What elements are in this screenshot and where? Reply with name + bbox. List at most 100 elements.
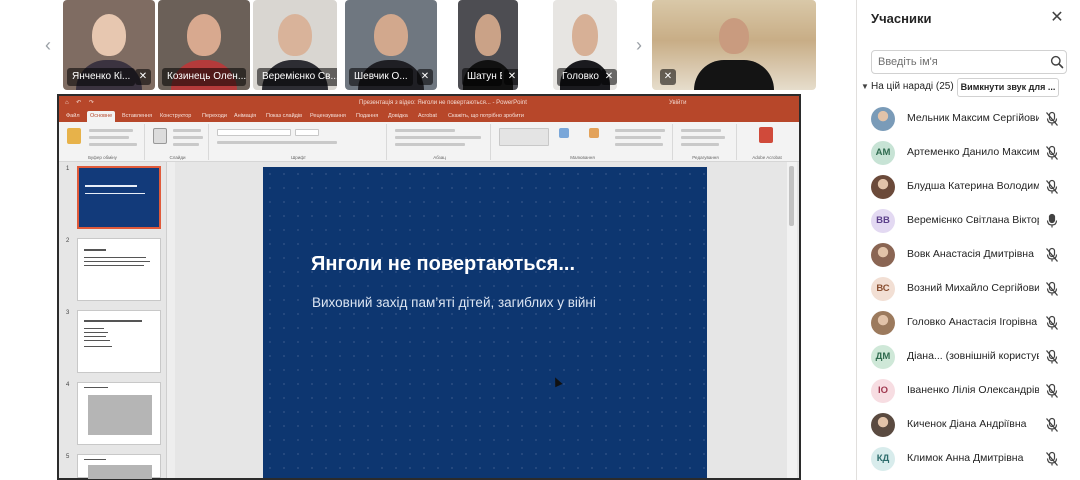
slide-thumbnail[interactable] xyxy=(77,238,161,301)
participant-name: Іваненко Лілія Олександрівна xyxy=(907,384,1039,396)
slide-thumbnail[interactable] xyxy=(77,166,161,229)
chevron-right-icon: › xyxy=(636,35,642,55)
participant-row[interactable]: ДМ Діана... (зовнішній користувач) xyxy=(857,340,1080,374)
shapes-gallery[interactable] xyxy=(499,128,549,146)
font-size-box[interactable] xyxy=(295,129,319,136)
thumb-line xyxy=(84,459,106,460)
search-box xyxy=(871,50,1067,74)
participant-row[interactable]: Вовк Анастасія Дмитрівна xyxy=(857,238,1080,272)
ribbon-group-slides: Слайди xyxy=(147,124,209,160)
ppt-workspace: 1 2 3 4 5 Янголи не повертаються... Вихо… xyxy=(59,162,799,479)
chevron-down-icon[interactable]: ▼ xyxy=(861,82,869,91)
self-video-tile[interactable]: ✕ xyxy=(652,0,816,90)
quick-styles-icon[interactable] xyxy=(589,128,599,138)
ribbon-tab[interactable]: Переходи xyxy=(199,111,230,122)
close-icon: ✕ xyxy=(1050,9,1064,26)
video-tile[interactable]: Янченко Кі... ✕ xyxy=(63,0,155,90)
section-label[interactable]: На цій нараді (25) xyxy=(871,81,954,92)
participant-row[interactable]: Блудша Катерина Володими... xyxy=(857,170,1080,204)
thumbnails-scrollbar[interactable] xyxy=(167,162,175,478)
ribbon-control xyxy=(173,136,203,139)
ppt-ribbon-tabs: Файл Основне Вставлення Конструктор Пере… xyxy=(59,110,799,122)
new-slide-icon[interactable] xyxy=(153,128,167,144)
participant-row[interactable]: ВВ Веремієнко Світлана Вікторів... xyxy=(857,204,1080,238)
mic-off-icon[interactable] xyxy=(1045,111,1059,127)
thumb-line xyxy=(84,257,146,258)
ribbon-tab[interactable]: Рецензування xyxy=(307,111,349,122)
mic-off-icon[interactable] xyxy=(1045,417,1059,433)
avatar xyxy=(871,243,895,267)
participant-video xyxy=(475,14,501,56)
ribbon-group-label: Слайди xyxy=(169,155,186,160)
avatar: АМ xyxy=(871,141,895,165)
mic-off-icon[interactable] xyxy=(1045,145,1059,161)
participant-row[interactable]: ІО Іваненко Лілія Олександрівна xyxy=(857,374,1080,408)
strip-prev-button[interactable]: ‹ xyxy=(40,34,56,56)
search-icon[interactable] xyxy=(1050,55,1064,69)
thumb-line xyxy=(84,261,150,262)
mic-off-icon[interactable] xyxy=(1045,349,1059,365)
participant-row[interactable]: ВС Возний Михайло Сергійович xyxy=(857,272,1080,306)
quick-access-toolbar[interactable]: ⌂ ↶ ↷ xyxy=(65,96,97,110)
strip-next-button[interactable]: › xyxy=(631,34,647,56)
video-tile[interactable]: Козинець Олен... xyxy=(158,0,250,90)
mic-off-icon[interactable] xyxy=(1045,451,1059,467)
participant-row[interactable]: АМ Артеменко Данило Максимо... xyxy=(857,136,1080,170)
video-tile[interactable]: Веремієнко Св... xyxy=(253,0,337,90)
paste-icon[interactable] xyxy=(67,128,81,144)
slide-scrollbar[interactable] xyxy=(787,162,797,478)
ribbon-control xyxy=(173,129,201,132)
slide-thumbnail[interactable] xyxy=(77,310,161,373)
participant-row[interactable]: КД Климок Анна Дмитрівна xyxy=(857,442,1080,476)
participant-row[interactable]: Киченок Діана Андріївна xyxy=(857,408,1080,442)
ribbon-group-label: Adobe Acrobat xyxy=(752,155,782,160)
slide-number: 4 xyxy=(66,382,70,388)
ribbon-tab-active[interactable]: Основне xyxy=(87,111,116,122)
slide-title[interactable]: Янголи не повертаються... xyxy=(311,253,691,276)
ribbon-tab[interactable]: Анімація xyxy=(231,111,259,122)
slide-subtitle[interactable]: Виховний захід пам’яті дітей, загиблих у… xyxy=(312,295,702,310)
slide-number: 1 xyxy=(66,166,70,172)
font-name-box[interactable] xyxy=(217,129,291,136)
ribbon-tab[interactable]: Конструктор xyxy=(157,111,194,122)
ribbon-tab[interactable]: Довідка xyxy=(385,111,411,122)
participant-row[interactable]: Головко Анастасія Ігорівна xyxy=(857,306,1080,340)
create-pdf-icon[interactable] xyxy=(759,127,773,143)
tell-me-box[interactable]: Скажіть, що потрібно зробити xyxy=(445,111,527,122)
ribbon-tab[interactable]: Показ слайдів xyxy=(263,111,305,122)
mic-on-icon[interactable] xyxy=(1045,213,1059,229)
slide-thumbnail[interactable] xyxy=(77,454,161,479)
slide-number: 5 xyxy=(66,454,70,460)
scrollbar-thumb[interactable] xyxy=(789,166,794,226)
ribbon-tab[interactable]: Подання xyxy=(353,111,381,122)
thumb-line xyxy=(85,193,145,194)
video-tile[interactable]: Головко А... ✕ xyxy=(553,0,617,90)
arrange-icon[interactable] xyxy=(559,128,569,138)
video-tile[interactable]: Шевчик О... ✕ xyxy=(345,0,437,90)
slide-canvas[interactable]: Янголи не повертаються... Виховний захід… xyxy=(263,167,707,478)
mic-off-icon[interactable] xyxy=(1045,281,1059,297)
ribbon-tab[interactable]: Файл xyxy=(63,111,83,122)
ribbon-tab[interactable]: Вставлення xyxy=(119,111,155,122)
ribbon-group-drawing: Малювання xyxy=(493,124,673,160)
mute-all-button[interactable]: Вимкнути звук для ... xyxy=(957,78,1059,97)
ribbon-control xyxy=(681,136,725,139)
avatar xyxy=(871,175,895,199)
slide-number: 2 xyxy=(66,238,70,244)
close-button[interactable]: ✕ xyxy=(1049,9,1065,27)
mic-off-icon: ✕ xyxy=(417,69,433,85)
mic-off-icon: ✕ xyxy=(504,69,518,85)
video-tile[interactable]: Шатун Віта... ✕ xyxy=(458,0,518,90)
search-input[interactable] xyxy=(878,53,1040,71)
ribbon-tab[interactable]: Acrobat xyxy=(415,111,440,122)
slide-thumbnail[interactable] xyxy=(77,382,161,445)
mic-off-icon[interactable] xyxy=(1045,247,1059,263)
ppt-user[interactable]: Увійти xyxy=(669,96,686,110)
ppt-document-title: Презентація з відео: Янголи не повертают… xyxy=(359,100,527,106)
mic-off-icon[interactable] xyxy=(1045,315,1059,331)
participant-name: Киченок Діана Андріївна xyxy=(907,418,1027,430)
thumb-line xyxy=(84,265,144,266)
participant-row[interactable]: Мельник Максим Сергійович xyxy=(857,102,1080,136)
mic-off-icon[interactable] xyxy=(1045,383,1059,399)
mic-off-icon[interactable] xyxy=(1045,179,1059,195)
